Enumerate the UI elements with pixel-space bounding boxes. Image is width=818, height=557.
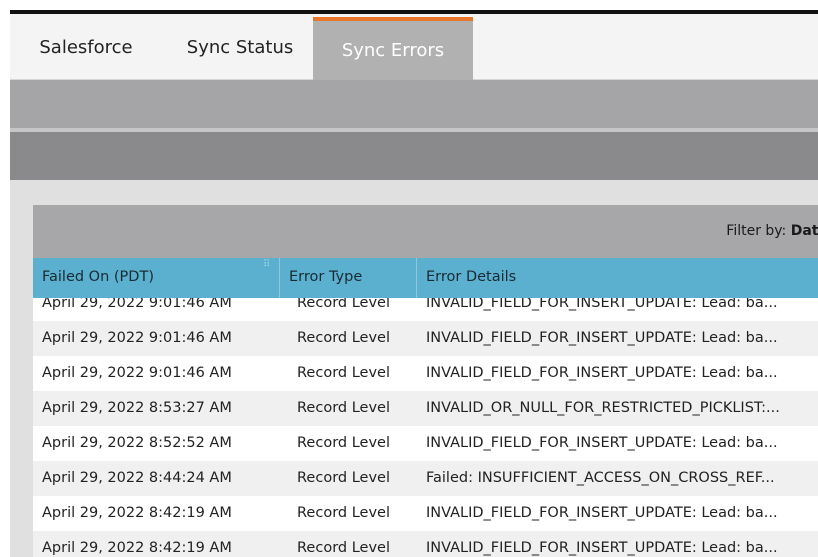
table-row[interactable]: April 29, 2022 8:44:24 AM Record Level Fai… <box>33 461 818 496</box>
cell-error-type: Record Level <box>297 400 390 416</box>
table-header: Failed On (PDT) ⠿ Error Type Error Detai… <box>33 258 818 298</box>
cell-error-type: Record Level <box>297 435 390 451</box>
cell-error-details: INVALID_OR_NULL_FOR_RESTRICTED_PICKLIST:… <box>426 400 780 416</box>
cell-error-type: Record Level <box>297 505 390 521</box>
cell-failed-on: April 29, 2022 9:01:46 AM <box>42 365 232 381</box>
column-header-error-type[interactable]: Error Type <box>280 258 417 298</box>
cell-failed-on: April 29, 2022 9:01:46 AM <box>42 330 232 346</box>
cell-error-details: INVALID_FIELD_FOR_INSERT_UPDATE: Lead: b… <box>426 540 778 556</box>
table-row[interactable]: April 29, 2022 9:01:46 AM Record Level INV… <box>33 298 818 321</box>
cell-error-details: INVALID_FIELD_FOR_INSERT_UPDATE: Lead: b… <box>426 330 778 346</box>
tab-sync-errors[interactable]: Sync Errors <box>313 17 473 80</box>
filter-value[interactable]: Date <box>791 223 818 239</box>
cell-error-type: Record Level <box>297 330 390 346</box>
cell-error-details: INVALID_FIELD_FOR_INSERT_UPDATE: Lead: b… <box>426 298 778 311</box>
subtoolbar-band <box>10 132 818 180</box>
table-row[interactable]: April 29, 2022 8:42:19 AM Record Level INV… <box>33 496 818 531</box>
cell-failed-on: April 29, 2022 8:42:19 AM <box>42 505 232 521</box>
tab-bar: Salesforce Sync Status Sync Errors <box>10 14 818 80</box>
cell-failed-on: April 29, 2022 9:01:46 AM <box>42 298 232 311</box>
filter-control[interactable]: Filter by: Date <box>726 223 818 239</box>
toolbar-band <box>10 80 818 128</box>
cell-error-type: Record Level <box>297 540 390 556</box>
column-header-failed-on[interactable]: Failed On (PDT) <box>33 258 280 298</box>
table-row[interactable]: April 29, 2022 8:53:27 AM Record Level INV… <box>33 391 818 426</box>
cell-error-type: Record Level <box>297 298 390 311</box>
table-row[interactable]: April 29, 2022 9:01:46 AM Record Level INV… <box>33 356 818 391</box>
cell-error-details: INVALID_FIELD_FOR_INSERT_UPDATE: Lead: b… <box>426 365 778 381</box>
column-resize-icon[interactable]: ⠿ <box>263 260 275 272</box>
cell-failed-on: April 29, 2022 8:52:52 AM <box>42 435 232 451</box>
table-body: April 29, 2022 9:01:46 AM Record Level INV… <box>33 298 818 557</box>
table-row[interactable]: April 29, 2022 9:01:46 AM Record Level INV… <box>33 321 818 356</box>
cell-error-details: INVALID_FIELD_FOR_INSERT_UPDATE: Lead: b… <box>426 435 778 451</box>
table-row[interactable]: April 29, 2022 8:42:19 AM Record Level INV… <box>33 531 818 557</box>
filter-label: Filter by: <box>726 223 787 239</box>
sync-errors-panel: Filter by: Date Failed On (PDT) ⠿ Error … <box>33 205 818 557</box>
tab-salesforce[interactable]: Salesforce <box>24 14 148 80</box>
tab-sync-status[interactable]: Sync Status <box>170 14 310 80</box>
cell-failed-on: April 29, 2022 8:44:24 AM <box>42 470 232 486</box>
cell-error-type: Record Level <box>297 470 390 486</box>
cell-error-details: INVALID_FIELD_FOR_INSERT_UPDATE: Lead: b… <box>426 505 778 521</box>
column-header-error-details[interactable]: Error Details <box>417 258 818 298</box>
table-row[interactable]: April 29, 2022 8:52:52 AM Record Level INV… <box>33 426 818 461</box>
cell-failed-on: April 29, 2022 8:42:19 AM <box>42 540 232 556</box>
cell-error-details: Failed: INSUFFICIENT_ACCESS_ON_CROSS_REF… <box>426 470 775 486</box>
cell-error-type: Record Level <box>297 365 390 381</box>
filter-bar: Filter by: Date <box>33 205 818 258</box>
table-rows: April 29, 2022 9:01:46 AM Record Level INV… <box>33 298 818 557</box>
cell-failed-on: April 29, 2022 8:53:27 AM <box>42 400 232 416</box>
sync-errors-window: Salesforce Sync Status Sync Errors Filte… <box>0 0 818 557</box>
